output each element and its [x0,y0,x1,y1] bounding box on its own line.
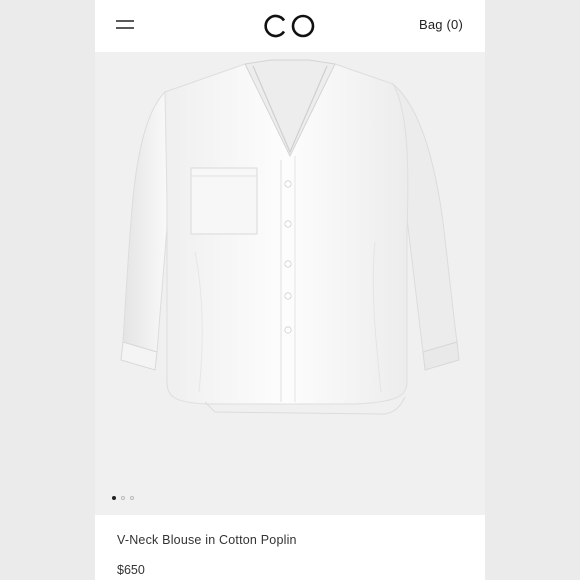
gallery-pagination [112,496,134,500]
product-price: $650 [117,563,145,577]
product-name[interactable]: V-Neck Blouse in Cotton Poplin [117,533,297,547]
product-image [120,59,460,415]
site-header: Bag (0) [95,0,485,52]
gallery-dot-1[interactable] [112,496,116,500]
product-image-gallery[interactable] [95,52,485,515]
product-page: Bag (0) V-Neck Blouse in Cotton Poplin $… [95,0,485,580]
gallery-dot-2[interactable] [121,496,125,500]
hamburger-menu-icon[interactable] [116,17,134,31]
bag-link[interactable]: Bag (0) [419,17,463,32]
brand-logo[interactable] [263,12,317,40]
gallery-dot-3[interactable] [130,496,134,500]
